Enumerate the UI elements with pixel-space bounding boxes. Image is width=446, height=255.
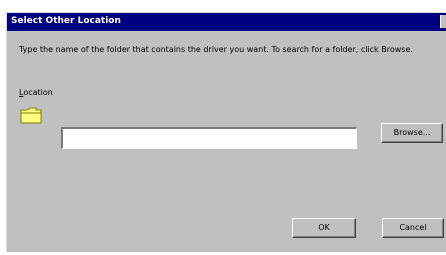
location-input[interactable] [61,127,357,149]
location-label: Location [19,88,53,98]
title-bar-button[interactable] [440,15,446,28]
title-bar: Select Other Location [7,13,446,31]
ok-button[interactable]: OK [292,218,356,238]
location-label-text: ocation [23,88,53,97]
instruction-text: Type the name of the folder that contain… [19,45,413,54]
dialog-title: Select Other Location [11,16,121,26]
cancel-button[interactable]: Cancel [382,218,444,238]
folder-icon [20,107,42,124]
select-location-dialog: Select Other Location Type the name of t… [6,12,446,252]
browse-button[interactable]: Browse... [381,123,443,143]
